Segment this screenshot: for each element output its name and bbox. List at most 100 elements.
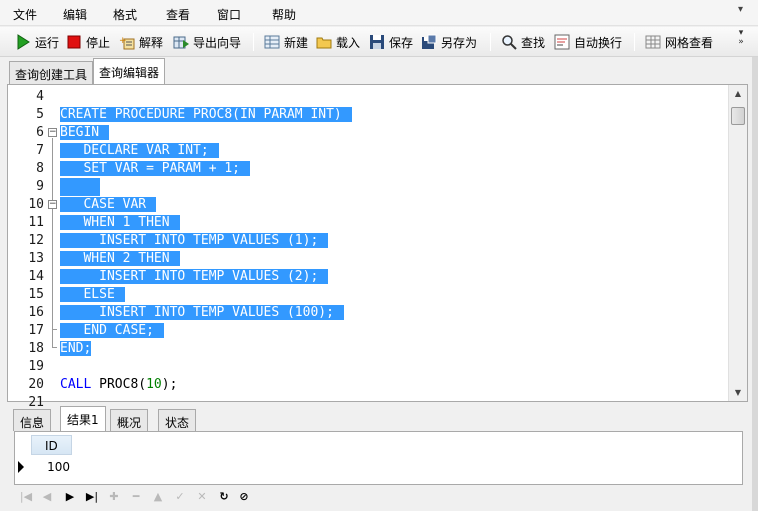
fold-toggle-icon[interactable]: −: [48, 200, 57, 209]
code-line-16: INSERT INTO TEMP VALUES (100);: [60, 304, 344, 322]
export-wizard-button[interactable]: 导出向导: [171, 31, 243, 53]
word-wrap-button[interactable]: 自动换行: [552, 31, 624, 53]
tab-query-editor[interactable]: 查询编辑器: [93, 58, 166, 84]
line-number: 17: [28, 323, 44, 338]
menu-format[interactable]: 格式: [113, 6, 137, 23]
line-number: 12: [28, 233, 44, 248]
explain-icon: +: [119, 34, 135, 50]
stop-label: 停止: [86, 35, 111, 50]
word-wrap-icon: [554, 34, 570, 50]
line-number: 10: [28, 197, 44, 212]
folder-icon: [316, 34, 332, 50]
find-button[interactable]: 查找: [499, 31, 547, 53]
tab-profile[interactable]: 概况: [110, 409, 149, 431]
code-line-18: END;: [60, 341, 92, 356]
sql-editor[interactable]: 4 5 6 7 8 9 10 11 12 13 14 15 16 17 18 1…: [7, 84, 748, 410]
save-as-icon: [421, 34, 437, 50]
word-wrap-label: 自动换行: [574, 35, 623, 50]
code-line-13: WHEN 2 THEN: [60, 250, 180, 268]
tab-status[interactable]: 状态: [158, 409, 197, 431]
grid-cell[interactable]: 100: [31, 457, 72, 477]
grid-view-label: 网格查看: [665, 35, 714, 50]
editor-vertical-scrollbar[interactable]: ▲ ▼: [728, 85, 747, 401]
line-number: 20: [28, 377, 44, 392]
new-button[interactable]: 新建: [262, 31, 310, 53]
line-number: 18: [28, 341, 44, 356]
menubar-overflow-icon[interactable]: ▾: [738, 4, 743, 15]
cancel-edit-icon[interactable]: ✕: [193, 489, 211, 505]
scroll-up-icon[interactable]: ▲: [729, 85, 747, 102]
save-label: 保存: [389, 35, 414, 50]
add-record-icon[interactable]: ✚: [105, 489, 123, 505]
line-number: 13: [28, 251, 44, 266]
fold-toggle-icon[interactable]: −: [48, 128, 57, 137]
search-icon: [501, 34, 517, 50]
save-as-label: 另存为: [441, 35, 478, 50]
code-line-14: INSERT INTO TEMP VALUES (2);: [60, 268, 329, 286]
grid-icon: [645, 34, 661, 50]
last-record-icon[interactable]: ▶|: [83, 489, 101, 505]
line-number: 4: [36, 89, 44, 104]
line-number: 15: [28, 287, 44, 302]
svg-text:+: +: [119, 36, 127, 46]
stop-button[interactable]: 停止: [64, 31, 112, 53]
save-disk-icon: [369, 34, 385, 50]
line-number: 19: [28, 359, 44, 374]
line-number: 5: [36, 107, 44, 122]
menu-bar: 文件 编辑 格式 查看 窗口 帮助 ▾: [0, 0, 758, 26]
code-line-17: END CASE;: [60, 322, 164, 340]
new-label: 新建: [284, 35, 309, 50]
save-as-button[interactable]: 另存为: [419, 31, 479, 53]
code-line-9: [60, 178, 100, 196]
code-text-area[interactable]: CREATE PROCEDURE PROC8(IN PARAM INT) BEG…: [60, 85, 728, 401]
menu-edit[interactable]: 编辑: [63, 6, 87, 23]
menu-window[interactable]: 窗口: [217, 6, 241, 23]
code-line-7: DECLARE VAR INT;: [60, 142, 219, 160]
code-line-5: CREATE PROCEDURE PROC8(IN PARAM INT): [60, 106, 352, 124]
load-button[interactable]: 载入: [314, 31, 362, 53]
column-header-id[interactable]: ID: [31, 435, 72, 455]
find-label: 查找: [521, 35, 546, 50]
code-line-8: SET VAR = PARAM + 1;: [60, 160, 251, 178]
fold-end-tick: [52, 347, 57, 348]
play-icon: [15, 34, 31, 50]
run-button[interactable]: 运行: [13, 31, 61, 53]
fold-end-tick: [52, 329, 57, 330]
save-button[interactable]: 保存: [367, 31, 415, 53]
result-grid[interactable]: ID 100: [14, 431, 743, 485]
code-line-12: INSERT INTO TEMP VALUES (1);: [60, 232, 329, 250]
refresh-icon[interactable]: ↻: [215, 489, 233, 505]
tab-info[interactable]: 信息: [13, 409, 52, 431]
toolbar-overflow-icon[interactable]: ▾»: [735, 29, 747, 47]
line-number: 9: [36, 179, 44, 194]
explain-label: 解释: [139, 35, 164, 50]
delete-record-icon[interactable]: ━: [127, 489, 145, 505]
scroll-thumb[interactable]: [731, 107, 745, 125]
post-edit-icon[interactable]: ✓: [171, 489, 189, 505]
line-number-gutter: 4 5 6 7 8 9 10 11 12 13 14 15 16 17 18 1…: [8, 85, 60, 410]
toolbar: 运行 停止 + 解释 导出向导 新建 载入 保存 另存为 查找 自动换行 网格查…: [0, 27, 758, 57]
load-label: 载入: [336, 35, 361, 50]
result-tab-strip: 信息 结果1 概况 状态: [0, 405, 758, 431]
grid-view-button[interactable]: 网格查看: [643, 31, 715, 53]
scroll-down-icon[interactable]: ▼: [729, 384, 747, 401]
code-line-6: BEGIN: [60, 124, 110, 142]
previous-record-icon[interactable]: ◀: [38, 489, 56, 505]
next-record-icon[interactable]: ▶: [61, 489, 79, 505]
current-row-indicator-icon: [18, 461, 24, 473]
run-label: 运行: [35, 35, 60, 50]
toolbar-separator: [253, 33, 254, 51]
line-number: 6: [36, 125, 44, 140]
code-line-11: WHEN 1 THEN: [60, 214, 180, 232]
menu-view[interactable]: 查看: [166, 6, 190, 23]
stop-icon[interactable]: ⊘: [235, 489, 253, 505]
tab-query-builder[interactable]: 查询创建工具: [9, 61, 94, 84]
first-record-icon[interactable]: |◀: [17, 489, 35, 505]
tab-result-1[interactable]: 结果1: [60, 406, 106, 431]
menu-help[interactable]: 帮助: [272, 6, 296, 23]
toolbar-separator: [634, 33, 635, 51]
window-edge: [752, 57, 758, 511]
explain-button[interactable]: + 解释: [117, 31, 165, 53]
menu-file[interactable]: 文件: [13, 6, 37, 23]
edit-record-icon[interactable]: ▲: [149, 489, 167, 505]
